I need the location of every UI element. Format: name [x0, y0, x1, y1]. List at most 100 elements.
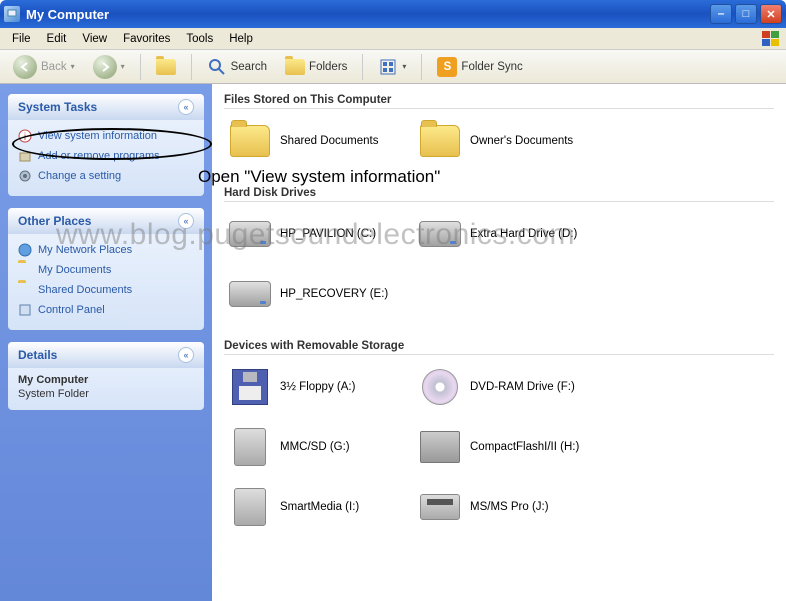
- toolbar-separator: [362, 54, 363, 80]
- hdd-icon: [228, 274, 272, 314]
- card-icon: [228, 427, 272, 467]
- task-add-remove-programs[interactable]: Add or remove programs: [18, 146, 194, 166]
- minimize-button[interactable]: ‒: [710, 4, 732, 24]
- drive-item[interactable]: 3½ Floppy (A:): [224, 361, 414, 421]
- panel-title: Details: [18, 348, 57, 362]
- menu-favorites[interactable]: Favorites: [115, 31, 178, 47]
- chevron-down-icon: ▾: [402, 62, 406, 71]
- my-computer-icon: [4, 6, 20, 22]
- maximize-button[interactable]: □: [735, 4, 757, 24]
- back-label: Back: [41, 61, 67, 73]
- drive-item[interactable]: Shared Documents: [224, 115, 414, 175]
- drive-item[interactable]: Owner's Documents: [414, 115, 604, 175]
- task-view-system-information[interactable]: i View system information: [18, 126, 194, 146]
- drive-item[interactable]: HP_PAVILION (C:): [224, 208, 414, 268]
- task-change-setting[interactable]: Change a setting: [18, 166, 194, 186]
- box-icon: [18, 149, 32, 163]
- views-button[interactable]: ▾: [371, 54, 413, 80]
- link-label: Shared Documents: [38, 284, 132, 296]
- ms-icon: [418, 487, 462, 527]
- collapse-icon[interactable]: «: [178, 347, 194, 363]
- drive-item[interactable]: HP_RECOVERY (E:): [224, 268, 414, 328]
- task-label: View system information: [38, 130, 157, 142]
- panel-system-tasks: System Tasks « i View system information…: [8, 94, 204, 196]
- item-label: Extra Hard Drive (D:): [470, 228, 577, 240]
- link-my-documents[interactable]: My Documents: [18, 260, 194, 280]
- forward-button[interactable]: ▾: [86, 52, 132, 82]
- link-shared-documents[interactable]: Shared Documents: [18, 280, 194, 300]
- folders-button[interactable]: Folders: [278, 54, 354, 80]
- drive-item[interactable]: MS/MS Pro (J:): [414, 481, 604, 541]
- floppy-icon: [228, 367, 272, 407]
- sidebar: System Tasks « i View system information…: [0, 84, 212, 601]
- panel-head-other-places[interactable]: Other Places «: [8, 208, 204, 234]
- collapse-icon[interactable]: «: [178, 99, 194, 115]
- folder-up-icon: [156, 57, 176, 77]
- toolbar-separator: [140, 54, 141, 80]
- panel-title: Other Places: [18, 214, 91, 228]
- details-name: My Computer: [18, 374, 194, 386]
- panel-details: Details « My Computer System Folder: [8, 342, 204, 410]
- folder-icon: [18, 283, 32, 297]
- item-label: MS/MS Pro (J:): [470, 501, 549, 513]
- svg-text:i: i: [24, 132, 26, 143]
- hdd-icon: [228, 214, 272, 254]
- sync-icon: S: [437, 57, 457, 77]
- search-label: Search: [231, 61, 267, 73]
- link-label: Control Panel: [38, 304, 105, 316]
- item-label: Owner's Documents: [470, 135, 573, 147]
- gear-icon: [18, 169, 32, 183]
- drive-item[interactable]: CompactFlashI/II (H:): [414, 421, 604, 481]
- dvd-icon: [418, 367, 462, 407]
- close-button[interactable]: ✕: [760, 4, 782, 24]
- group-header: Files Stored on This Computer: [224, 90, 774, 109]
- panel-head-details[interactable]: Details «: [8, 342, 204, 368]
- menu-file[interactable]: File: [4, 31, 39, 47]
- toolbar-separator: [191, 54, 192, 80]
- details-type: System Folder: [18, 388, 89, 400]
- network-icon: [18, 243, 32, 257]
- info-icon: i: [18, 129, 32, 143]
- back-arrow-icon: [13, 55, 37, 79]
- collapse-icon[interactable]: «: [178, 213, 194, 229]
- link-label: My Documents: [38, 264, 111, 276]
- item-label: MMC/SD (G:): [280, 441, 350, 453]
- item-label: Shared Documents: [280, 135, 378, 147]
- drive-item[interactable]: MMC/SD (G:): [224, 421, 414, 481]
- cf-icon: [418, 427, 462, 467]
- toolbar-separator: [421, 54, 422, 80]
- search-button[interactable]: Search: [200, 54, 274, 80]
- link-label: My Network Places: [38, 244, 132, 256]
- task-label: Add or remove programs: [38, 150, 160, 162]
- menu-view[interactable]: View: [74, 31, 115, 47]
- up-button[interactable]: [149, 54, 183, 80]
- hdd-icon: [418, 214, 462, 254]
- panel-title: System Tasks: [18, 100, 97, 114]
- item-label: 3½ Floppy (A:): [280, 381, 355, 393]
- chevron-down-icon: ▾: [71, 62, 75, 71]
- panel-other-places: Other Places « My Network Places My Docu…: [8, 208, 204, 330]
- drive-item[interactable]: Extra Hard Drive (D:): [414, 208, 604, 268]
- item-label: HP_RECOVERY (E:): [280, 288, 388, 300]
- folder-icon: [228, 121, 272, 161]
- titlebar: My Computer ‒ □ ✕: [0, 0, 786, 28]
- folders-label: Folders: [309, 61, 347, 73]
- item-label: SmartMedia (I:): [280, 501, 359, 513]
- panel-head-system-tasks[interactable]: System Tasks «: [8, 94, 204, 120]
- drive-item[interactable]: DVD-RAM Drive (F:): [414, 361, 604, 421]
- drive-item[interactable]: SmartMedia (I:): [224, 481, 414, 541]
- views-icon: [378, 57, 398, 77]
- link-my-network-places[interactable]: My Network Places: [18, 240, 194, 260]
- link-control-panel[interactable]: Control Panel: [18, 300, 194, 320]
- item-label: CompactFlashI/II (H:): [470, 441, 579, 453]
- menu-help[interactable]: Help: [221, 31, 261, 47]
- folder-sync-button[interactable]: S Folder Sync: [430, 54, 529, 80]
- window-title: My Computer: [26, 7, 710, 22]
- folder-icon: [18, 263, 32, 277]
- menu-edit[interactable]: Edit: [39, 31, 75, 47]
- menu-tools[interactable]: Tools: [178, 31, 221, 47]
- forward-arrow-icon: [93, 55, 117, 79]
- folders-icon: [285, 57, 305, 77]
- back-button[interactable]: Back ▾: [6, 52, 82, 82]
- windows-flag-icon: [762, 31, 782, 47]
